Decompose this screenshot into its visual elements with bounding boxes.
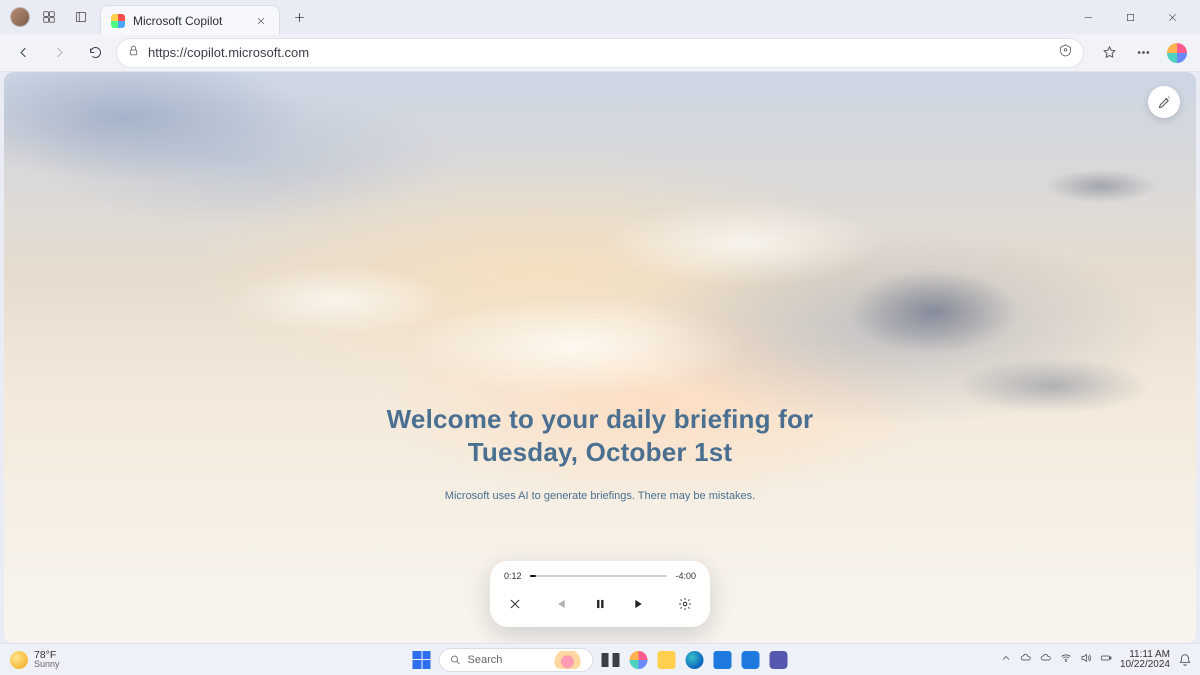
tray-wifi-icon[interactable]: [1060, 652, 1072, 667]
player-seek-fill: [530, 575, 537, 577]
site-info-lock-icon[interactable]: [127, 44, 140, 62]
welcome-disclaimer: Microsoft uses AI to generate briefings.…: [4, 490, 1196, 502]
copilot-icon: [1167, 43, 1187, 63]
hero-background-image: [4, 72, 1196, 643]
task-view-button[interactable]: [600, 649, 622, 671]
copilot-icon: [630, 651, 648, 669]
taskbar-center: Search: [411, 648, 790, 672]
weather-condition: Sunny: [34, 660, 60, 669]
taskbar-search[interactable]: Search: [439, 648, 594, 672]
player-close-button[interactable]: [504, 593, 526, 615]
copilot-favicon-icon: [111, 14, 125, 28]
player-settings-button[interactable]: [674, 593, 696, 615]
tray-cloud-icon[interactable]: [1040, 652, 1052, 667]
taskbar-store-button[interactable]: [712, 649, 734, 671]
edit-image-button[interactable]: [1148, 86, 1180, 118]
welcome-title-line1: Welcome to your daily briefing for: [387, 404, 814, 434]
teams-icon: [770, 651, 788, 669]
window-titlebar: Microsoft Copilot: [0, 0, 1200, 34]
player-prev-button[interactable]: [549, 593, 571, 615]
workspaces-icon[interactable]: [36, 4, 62, 30]
audio-player: 0:12 -4:00: [490, 561, 710, 627]
ms-store-icon: [714, 651, 732, 669]
taskbar-teams-button[interactable]: [768, 649, 790, 671]
address-bar[interactable]: https://copilot.microsoft.com: [116, 38, 1084, 68]
browser-toolbar: https://copilot.microsoft.com: [0, 34, 1200, 72]
start-button[interactable]: [411, 649, 433, 671]
back-button[interactable]: [8, 38, 38, 68]
search-placeholder: Search: [468, 654, 503, 666]
search-icon: [450, 654, 462, 666]
page-viewport: Welcome to your daily briefing for Tuesd…: [4, 72, 1196, 643]
url-text: https://copilot.microsoft.com: [148, 45, 1050, 60]
refresh-button[interactable]: [80, 38, 110, 68]
copilot-sidebar-button[interactable]: [1162, 38, 1192, 68]
taskbar-weather[interactable]: 78°F Sunny: [0, 650, 140, 670]
welcome-block: Welcome to your daily briefing for Tuesd…: [4, 403, 1196, 502]
windows-logo-icon: [413, 651, 431, 669]
file-explorer-icon: [658, 651, 676, 669]
tray-overflow-button[interactable]: [1000, 652, 1012, 667]
window-close-button[interactable]: [1152, 3, 1192, 31]
tab-close-button[interactable]: [253, 13, 269, 29]
outlook-icon: [742, 651, 760, 669]
tab-title: Microsoft Copilot: [133, 14, 245, 28]
window-controls: [1068, 3, 1194, 31]
welcome-title-line2: Tuesday, October 1st: [468, 437, 733, 467]
taskbar-explorer-button[interactable]: [656, 649, 678, 671]
favorites-button[interactable]: [1094, 38, 1124, 68]
tray-volume-icon[interactable]: [1080, 652, 1092, 667]
windows-taskbar: 78°F Sunny Search 11:11 AM 10/22/2024: [0, 643, 1200, 675]
player-remaining: -4:00: [675, 571, 696, 581]
taskbar-edge-button[interactable]: [684, 649, 706, 671]
weather-sunny-icon: [10, 651, 28, 669]
taskbar-clock[interactable]: 11:11 AM 10/22/2024: [1120, 650, 1170, 670]
profile-avatar[interactable]: [10, 7, 30, 27]
player-next-button[interactable]: [629, 593, 651, 615]
player-seek-track[interactable]: [530, 575, 668, 577]
tab-actions-icon[interactable]: [68, 4, 94, 30]
shopping-icon[interactable]: [1058, 43, 1073, 63]
player-pause-button[interactable]: [589, 593, 611, 615]
player-elapsed: 0:12: [504, 571, 522, 581]
search-highlight-icon: [553, 651, 583, 669]
more-menu-button[interactable]: [1128, 38, 1158, 68]
new-tab-button[interactable]: [286, 4, 312, 30]
forward-button[interactable]: [44, 38, 74, 68]
taskbar-outlook-button[interactable]: [740, 649, 762, 671]
window-maximize-button[interactable]: [1110, 3, 1150, 31]
taskbar-date: 10/22/2024: [1120, 660, 1170, 670]
notifications-button[interactable]: [1178, 653, 1192, 667]
taskbar-time: 11:11 AM: [1129, 650, 1170, 660]
task-view-icon: [602, 651, 620, 669]
tray-onedrive-icon[interactable]: [1020, 652, 1032, 667]
window-minimize-button[interactable]: [1068, 3, 1108, 31]
tray-battery-icon[interactable]: [1100, 652, 1112, 667]
taskbar-copilot-button[interactable]: [628, 649, 650, 671]
welcome-title: Welcome to your daily briefing for Tuesd…: [4, 403, 1196, 468]
edge-icon: [686, 651, 704, 669]
taskbar-tray: 11:11 AM 10/22/2024: [1000, 650, 1200, 670]
browser-tab[interactable]: Microsoft Copilot: [100, 5, 280, 35]
